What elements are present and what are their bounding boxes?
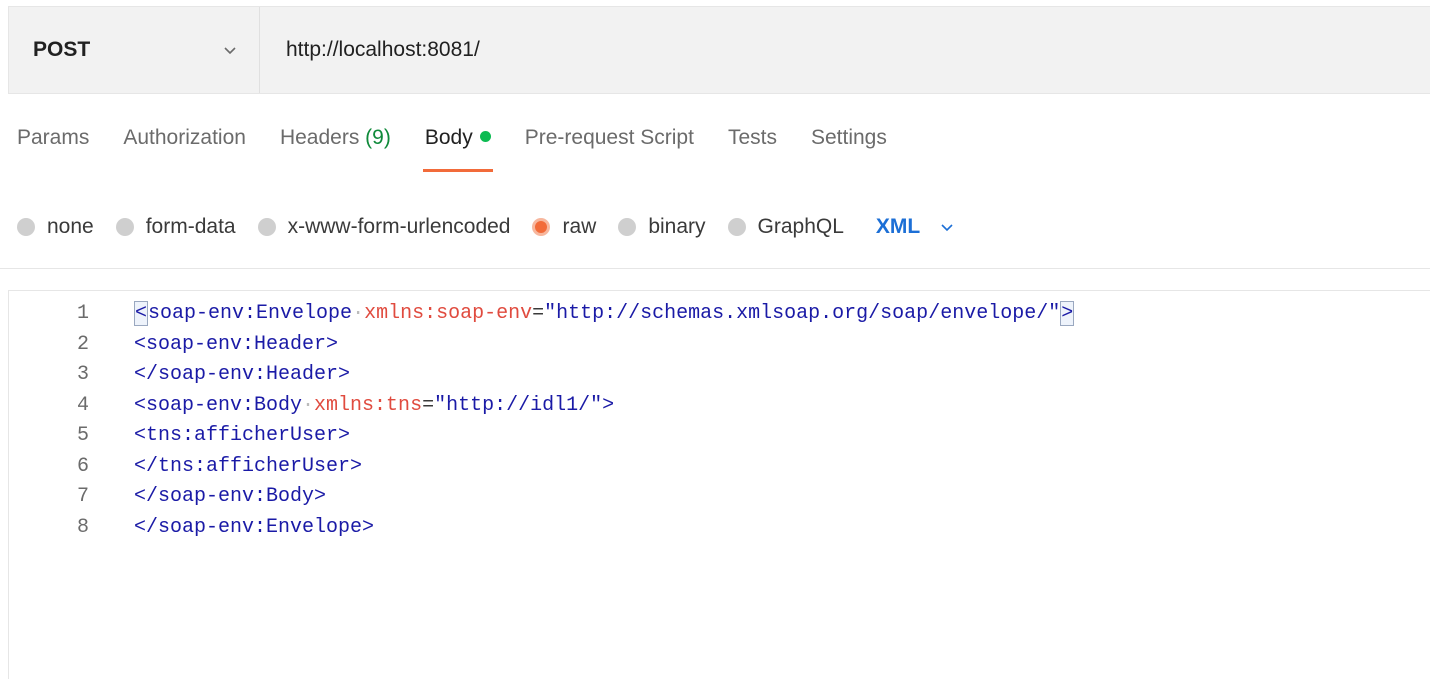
code-line: 3 </soap-env:Header>: [9, 360, 1430, 391]
code-content: <soap-env:Body·xmlns:tns="http://idl1/">: [134, 391, 614, 422]
code-token: ·: [352, 302, 365, 325]
chevron-down-icon: [224, 47, 236, 55]
radio-none[interactable]: none: [17, 215, 94, 239]
code-token: >: [1060, 301, 1075, 326]
radio-circle: [115, 218, 134, 236]
code-token: soap-env:Envelope: [148, 302, 353, 325]
code-token: </soap-env:Envelope>: [134, 515, 375, 539]
format-label: XML: [875, 215, 921, 238]
format-select[interactable]: XML: [876, 215, 956, 239]
code-line: 8 </soap-env:Envelope>: [9, 513, 1430, 544]
code-token: </tns:afficherUser>: [134, 454, 363, 478]
line-number: 5: [76, 424, 89, 447]
code-token: <soap-env:Body: [134, 393, 303, 417]
code-token: "http://schemas.xmlsoap.org/soap/envelop…: [544, 302, 1061, 325]
code-token: "http://idl1/": [434, 393, 603, 417]
tab-tests[interactable]: Tests: [728, 126, 777, 172]
radio-circle: [257, 218, 276, 236]
method-select[interactable]: POST: [9, 7, 260, 93]
tab-label: Params: [17, 126, 90, 149]
code-content: <tns:afficherUser>: [134, 421, 350, 452]
tab-pre-request-script[interactable]: Pre-request Script: [525, 126, 694, 172]
code-content: </soap-env:Header>: [134, 360, 350, 391]
divider: [0, 268, 1430, 269]
radio-label: none: [47, 215, 94, 238]
tab-label: Tests: [727, 126, 777, 149]
request-editor: POST Params Authorization Headers (9) Bo…: [0, 0, 1430, 679]
code-token: <soap-env:Header>: [134, 332, 339, 356]
code-token: </soap-env:Body>: [134, 485, 327, 508]
radio-label: GraphQL: [757, 215, 844, 238]
radio-form-data[interactable]: form-data: [115, 215, 236, 239]
code-token: ·: [302, 393, 315, 417]
line-number: 7: [76, 485, 89, 508]
line-number: 2: [76, 332, 89, 356]
tab-authorization[interactable]: Authorization: [123, 126, 246, 172]
line-number: 4: [76, 393, 89, 417]
request-bar: POST: [8, 6, 1430, 94]
tab-label: Settings: [810, 126, 887, 149]
code-token: </soap-env:Header>: [134, 363, 351, 386]
code-line: 4 <soap-env:Body·xmlns:tns="http://idl1/"…: [9, 391, 1430, 422]
bracket-highlight: <: [134, 301, 149, 326]
code-content: <soap-env:Envelope·xmlns:soap-env="http:…: [134, 299, 1075, 330]
radio-label: form-data: [145, 215, 236, 238]
code-token: =: [532, 302, 545, 325]
line-number: 3: [76, 363, 89, 386]
code-content: </soap-env:Body>: [134, 482, 326, 513]
radio-label: x-www-form-urlencoded: [287, 215, 511, 238]
tab-label: Headers: [279, 126, 360, 149]
code-line: 1 <soap-env:Envelope·xmlns:soap-env="http…: [9, 299, 1430, 330]
code-token: =: [422, 393, 435, 417]
line-number: 8: [76, 515, 89, 539]
tab-params[interactable]: Params: [17, 126, 89, 172]
tab-body[interactable]: Body: [422, 126, 493, 172]
url-input[interactable]: [260, 7, 1430, 93]
method-label: POST: [33, 38, 91, 61]
tab-headers[interactable]: Headers (9): [280, 126, 391, 172]
body-indicator-dot: [479, 131, 491, 142]
tab-settings[interactable]: Settings: [811, 126, 887, 172]
radio-label: raw: [562, 215, 597, 238]
code-content: </soap-env:Envelope>: [134, 513, 374, 544]
request-tabs: Params Authorization Headers (9) Body Pr…: [17, 126, 921, 186]
radio-binary[interactable]: binary: [618, 215, 706, 239]
code-line: 5 <tns:afficherUser>: [9, 421, 1430, 452]
radio-graphql[interactable]: GraphQL: [727, 215, 844, 239]
radio-circle: [727, 218, 746, 236]
chevron-down-icon: [941, 224, 953, 232]
tab-label: Pre-request Script: [524, 126, 694, 149]
code-content: <soap-env:Header>: [134, 330, 338, 361]
radio-raw[interactable]: raw: [532, 215, 596, 239]
tab-label: Body: [424, 126, 473, 149]
line-number: 6: [76, 454, 89, 478]
radio-x-www-form-urlencoded[interactable]: x-www-form-urlencoded: [257, 215, 511, 239]
body-type-selector: none form-data x-www-form-urlencoded raw…: [17, 210, 956, 244]
line-number: 1: [76, 302, 89, 325]
code-token: <tns:afficherUser>: [134, 424, 351, 447]
code-line: 2 <soap-env:Header>: [9, 330, 1430, 361]
code-token: xmlns:soap-env: [364, 302, 533, 325]
radio-label: binary: [648, 215, 706, 238]
headers-count: (9): [365, 126, 391, 149]
code-line: 6 </tns:afficherUser>: [9, 452, 1430, 483]
radio-circle: [17, 218, 35, 236]
tab-label: Authorization: [123, 126, 246, 149]
code-content: </tns:afficherUser>: [134, 452, 362, 483]
code-token: xmlns:tns: [314, 393, 423, 417]
radio-circle-selected: [532, 218, 551, 236]
code-line: 7 </soap-env:Body>: [9, 482, 1430, 513]
radio-circle: [618, 218, 637, 236]
code-editor[interactable]: 1 <soap-env:Envelope·xmlns:soap-env="http…: [8, 290, 1430, 679]
code-token: >: [602, 393, 615, 417]
